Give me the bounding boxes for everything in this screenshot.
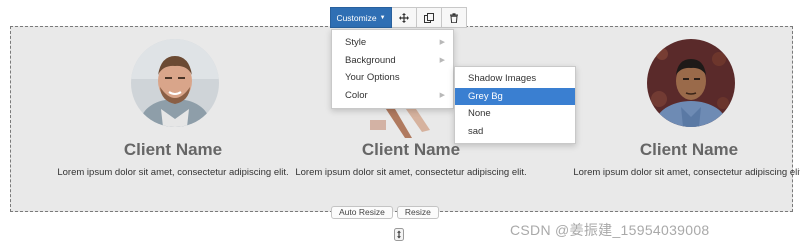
submenu-item-none[interactable]: None xyxy=(455,105,575,123)
delete-button[interactable] xyxy=(442,7,467,28)
client-name: Client Name xyxy=(123,140,223,159)
copy-button[interactable] xyxy=(417,7,442,28)
submenu-item-shadow-images[interactable]: Shadow Images xyxy=(455,70,575,88)
customize-menu: Style ▶ Background ▶ Your Options Color … xyxy=(331,29,454,109)
client-text: Lorem ipsum dolor sit amet, consectetur … xyxy=(57,167,289,178)
chevron-right-icon: ▶ xyxy=(439,39,445,46)
menu-item-label: Background xyxy=(345,54,396,66)
move-icon xyxy=(399,12,409,23)
menu-item-color[interactable]: Color ▶ xyxy=(332,87,453,105)
menu-item-label: Color xyxy=(345,89,368,101)
menu-item-style[interactable]: Style ▶ xyxy=(332,34,453,52)
submenu-item-sad[interactable]: sad xyxy=(455,123,575,141)
editor-stage: Client Name Lorem ipsum dolor sit amet, … xyxy=(0,0,800,249)
client-avatar xyxy=(131,39,219,127)
menu-item-label: Style xyxy=(345,37,367,48)
resize-button[interactable]: Resize xyxy=(396,206,439,219)
block-toolbar: Customize ▼ xyxy=(330,7,467,28)
copy-icon xyxy=(424,12,434,23)
watermark: CSDN @姜振建_15954039008 xyxy=(510,222,710,238)
client-avatar xyxy=(647,39,735,127)
menu-item-label: Your Options xyxy=(345,72,400,83)
menu-item-your-options[interactable]: Your Options xyxy=(332,69,453,87)
menu-item-background[interactable]: Background ▶ xyxy=(332,52,453,70)
resize-handle-icon[interactable] xyxy=(394,228,404,241)
client-name: Client Name xyxy=(639,140,739,159)
customize-label: Customize xyxy=(336,12,377,23)
submenu-item-grey-bg[interactable]: Grey Bg xyxy=(455,87,575,105)
resize-controls: Auto Resize Resize xyxy=(331,206,443,219)
chevron-down-icon: ▼ xyxy=(379,14,386,21)
background-submenu: Shadow Images Grey Bg None sad xyxy=(454,66,576,144)
auto-resize-button[interactable]: Auto Resize xyxy=(331,206,393,219)
trash-icon xyxy=(450,12,458,23)
client-text: Lorem ipsum dolor sit amet, consectetur … xyxy=(295,167,527,178)
chevron-right-icon: ▶ xyxy=(439,56,445,64)
move-button[interactable] xyxy=(392,7,417,28)
chevron-right-icon: ▶ xyxy=(439,91,445,99)
client-text: Lorem ipsum dolor sit amet, consectetur … xyxy=(573,167,800,178)
customize-button[interactable]: Customize ▼ xyxy=(330,7,392,28)
